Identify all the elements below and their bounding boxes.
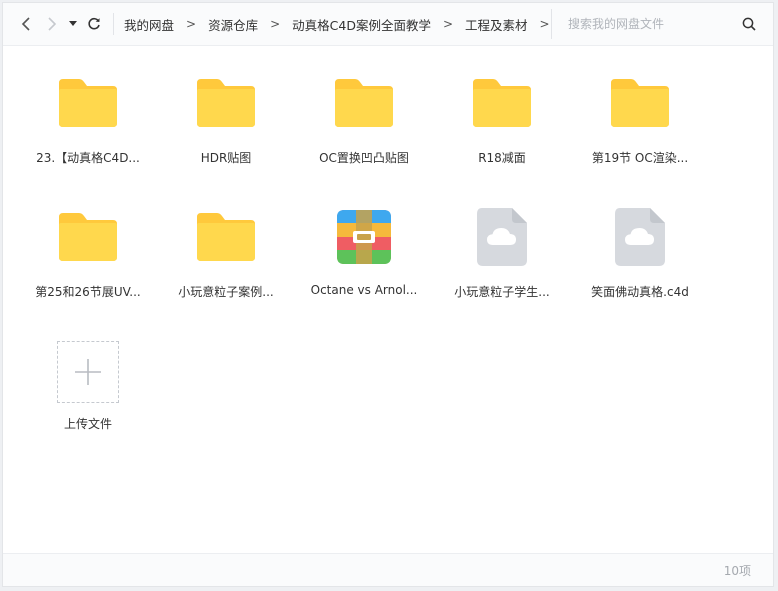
upload-label: 上传文件 bbox=[63, 417, 112, 431]
breadcrumb-item-c4d-course[interactable]: 动真格C4D案例全面教学 bbox=[288, 15, 435, 34]
history-dropdown-button[interactable] bbox=[65, 9, 81, 39]
file-name: HDR贴图 bbox=[200, 151, 252, 165]
file-browser-window: 我的网盘 > 资源仓库 > 动真格C4D案例全面教学 > 工程及素材 > 搜索我… bbox=[2, 2, 774, 587]
caret-down-icon bbox=[69, 21, 77, 26]
file-name: 小玩意粒子学生... bbox=[454, 285, 550, 299]
cloud-file-icon bbox=[602, 201, 678, 273]
toolbar-divider bbox=[113, 13, 114, 35]
file-item-folder[interactable]: 23.【动真格C4D... bbox=[19, 59, 157, 193]
search-input[interactable] bbox=[552, 16, 737, 32]
file-name: 笑面佛动真格.c4d bbox=[591, 285, 689, 299]
chevron-right-icon bbox=[48, 17, 57, 31]
toolbar: 我的网盘 > 资源仓库 > 动真格C4D案例全面教学 > 工程及素材 > bbox=[3, 3, 773, 46]
chevron-left-icon bbox=[21, 17, 30, 31]
back-button[interactable] bbox=[13, 9, 39, 39]
file-name: 小玩意粒子案例... bbox=[178, 285, 274, 299]
refresh-button[interactable] bbox=[81, 9, 107, 39]
file-name: R18减面 bbox=[478, 151, 526, 165]
file-item-folder[interactable]: OC置换凹凸贴图 bbox=[295, 59, 433, 193]
cloud-file-icon bbox=[464, 201, 540, 273]
file-name: 第25和26节展UV... bbox=[35, 285, 141, 299]
breadcrumb: 我的网盘 > 资源仓库 > 动真格C4D案例全面教学 > 工程及素材 > bbox=[120, 15, 558, 34]
search-icon bbox=[742, 17, 756, 31]
refresh-icon bbox=[88, 17, 100, 30]
file-item-folder[interactable]: R18减面 bbox=[433, 59, 571, 193]
search-bar bbox=[551, 9, 761, 39]
file-item-cloud-file[interactable]: 小玩意粒子学生... bbox=[433, 193, 571, 327]
file-name: 23.【动真格C4D... bbox=[36, 151, 140, 165]
file-name: Octane vs Arnol... bbox=[310, 283, 418, 297]
breadcrumb-item-my-drive[interactable]: 我的网盘 bbox=[120, 15, 178, 34]
folder-icon bbox=[50, 201, 126, 273]
file-item-folder[interactable]: 小玩意粒子案例... bbox=[157, 193, 295, 327]
folder-icon bbox=[188, 67, 264, 139]
status-bar: 10项 bbox=[3, 553, 773, 586]
folder-icon bbox=[50, 67, 126, 139]
upload-file-tile[interactable]: 上传文件 bbox=[19, 327, 157, 461]
file-item-cloud-file[interactable]: 笑面佛动真格.c4d bbox=[571, 193, 709, 327]
folder-icon bbox=[602, 67, 678, 139]
folder-icon bbox=[188, 201, 264, 273]
plus-icon bbox=[75, 359, 101, 385]
folder-icon bbox=[464, 67, 540, 139]
file-item-folder[interactable]: HDR贴图 bbox=[157, 59, 295, 193]
forward-button[interactable] bbox=[39, 9, 65, 39]
archive-icon bbox=[326, 201, 402, 273]
file-item-folder[interactable]: 第25和26节展UV... bbox=[19, 193, 157, 327]
breadcrumb-separator: > bbox=[442, 17, 454, 31]
upload-button[interactable] bbox=[57, 341, 119, 403]
file-item-folder[interactable]: 第19节 OC渲染... bbox=[571, 59, 709, 193]
breadcrumb-item-project-assets[interactable]: 工程及素材 bbox=[461, 15, 532, 34]
folder-icon bbox=[326, 67, 402, 139]
file-name: 第19节 OC渲染... bbox=[591, 151, 689, 165]
file-name: OC置换凹凸贴图 bbox=[319, 151, 409, 165]
breadcrumb-item-resource-repo[interactable]: 资源仓库 bbox=[204, 15, 262, 34]
breadcrumb-separator: > bbox=[186, 17, 197, 31]
file-grid: 23.【动真格C4D... HDR贴图 OC置换凹凸贴图 R18减面 第19节 … bbox=[19, 59, 719, 461]
breadcrumb-separator: > bbox=[270, 17, 281, 31]
item-count: 10项 bbox=[723, 564, 751, 578]
file-item-archive[interactable]: Octane vs Arnol... bbox=[295, 193, 433, 327]
search-button[interactable] bbox=[737, 12, 761, 36]
